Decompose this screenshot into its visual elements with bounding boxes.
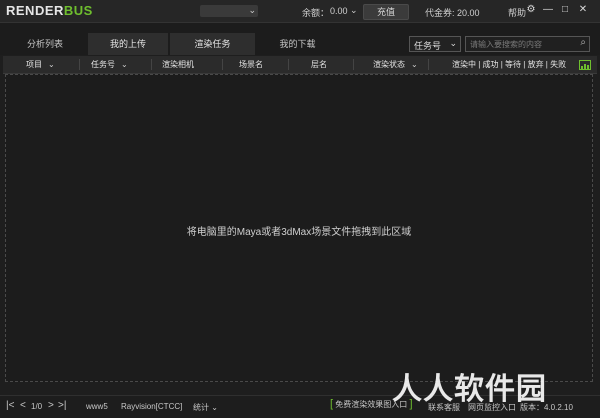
maximize-icon[interactable]: □ xyxy=(558,3,572,17)
last-page-icon[interactable]: >| xyxy=(58,400,66,411)
tab-render-tasks[interactable]: 渲染任务 xyxy=(170,33,255,55)
column-divider xyxy=(428,59,429,70)
balance-value: 0.00 xyxy=(330,6,348,16)
server-name: Rayvision[CTCC] xyxy=(121,402,183,411)
chevron-down-icon: ⌄ xyxy=(211,403,218,412)
chevron-down-icon[interactable]: ⌄ xyxy=(350,5,358,16)
chevron-down-icon: ⌄ xyxy=(449,38,457,48)
drop-zone-message: 将电脑里的Maya或者3dMax场景文件拖拽到此区域 xyxy=(186,227,412,238)
stats-label: 统计 xyxy=(193,403,209,412)
column-task-number-label: 任务号 xyxy=(91,60,115,69)
column-render-status[interactable]: 渲染状态 ⌄ xyxy=(373,56,418,73)
voucher-text: 代金券: 20.00 xyxy=(425,8,480,18)
task-number-select[interactable]: 任务号 ⌄ xyxy=(409,36,461,52)
search-box[interactable]: ⌕ xyxy=(465,36,590,52)
chart-icon[interactable] xyxy=(579,60,591,70)
bracket-left-icon: [ xyxy=(330,398,334,410)
title-bar: RENDERBUS ⌄ 余额： 0.00 ⌄ 充值 代金券: 20.00 帮助 … xyxy=(0,0,600,23)
next-page-icon[interactable]: > xyxy=(48,400,54,411)
page-indicator: 1/0 xyxy=(31,402,43,411)
balance-label: 余额： xyxy=(302,8,330,18)
gear-icon[interactable]: ⚙ xyxy=(524,3,538,17)
column-divider xyxy=(288,59,289,70)
recharge-button[interactable]: 充值 xyxy=(363,4,409,20)
column-render-camera: 渲染相机 xyxy=(162,60,194,69)
chevron-down-icon: ⌄ xyxy=(411,60,418,69)
chevron-down-icon: ⌄ xyxy=(121,60,128,69)
column-divider xyxy=(222,59,223,70)
task-number-select-label: 任务号 xyxy=(414,41,442,51)
stats-dropdown[interactable]: 统计 ⌄ xyxy=(193,402,218,413)
search-icon[interactable]: ⌕ xyxy=(580,37,586,48)
app-logo: RENDERBUS xyxy=(6,3,93,18)
chevron-down-icon: ⌄ xyxy=(248,5,256,15)
tab-my-uploads[interactable]: 我的上传 xyxy=(88,33,168,55)
column-task-number[interactable]: 任务号 ⌄ xyxy=(91,56,128,73)
column-project-label: 项目 xyxy=(26,60,42,69)
file-drop-zone[interactable]: 将电脑里的Maya或者3dMax场景文件拖拽到此区域 xyxy=(5,74,593,382)
logo-accent: BUS xyxy=(63,3,93,18)
username: www5 xyxy=(86,402,108,411)
close-icon[interactable]: ✕ xyxy=(576,3,590,17)
search-input[interactable] xyxy=(470,38,570,50)
logo-main: RENDER xyxy=(6,3,64,18)
prev-page-icon[interactable]: < xyxy=(20,400,26,411)
tab-analysis-list[interactable]: 分析列表 xyxy=(10,33,80,55)
column-layer-name: 层名 xyxy=(311,60,327,69)
column-divider xyxy=(79,59,80,70)
minimize-icon[interactable]: — xyxy=(541,3,555,17)
column-render-status-label: 渲染状态 xyxy=(373,60,405,69)
tab-my-downloads[interactable]: 我的下载 xyxy=(260,33,335,55)
chevron-down-icon: ⌄ xyxy=(48,60,55,69)
table-header: 项目 ⌄ 任务号 ⌄ 渲染相机 场景名 层名 渲染状态 ⌄ 渲染中 | 成功 | 等待… xyxy=(3,56,597,74)
column-scene-name: 场景名 xyxy=(239,60,263,69)
watermark: 人人软件园 xyxy=(392,373,547,406)
column-divider xyxy=(151,59,152,70)
column-project[interactable]: 项目 ⌄ xyxy=(26,56,55,73)
project-dropdown[interactable]: ⌄ xyxy=(200,5,258,17)
first-page-icon[interactable]: |< xyxy=(6,400,14,411)
column-divider xyxy=(353,59,354,70)
status-filter-links[interactable]: 渲染中 | 成功 | 等待 | 放弃 | 失败 xyxy=(452,56,566,73)
